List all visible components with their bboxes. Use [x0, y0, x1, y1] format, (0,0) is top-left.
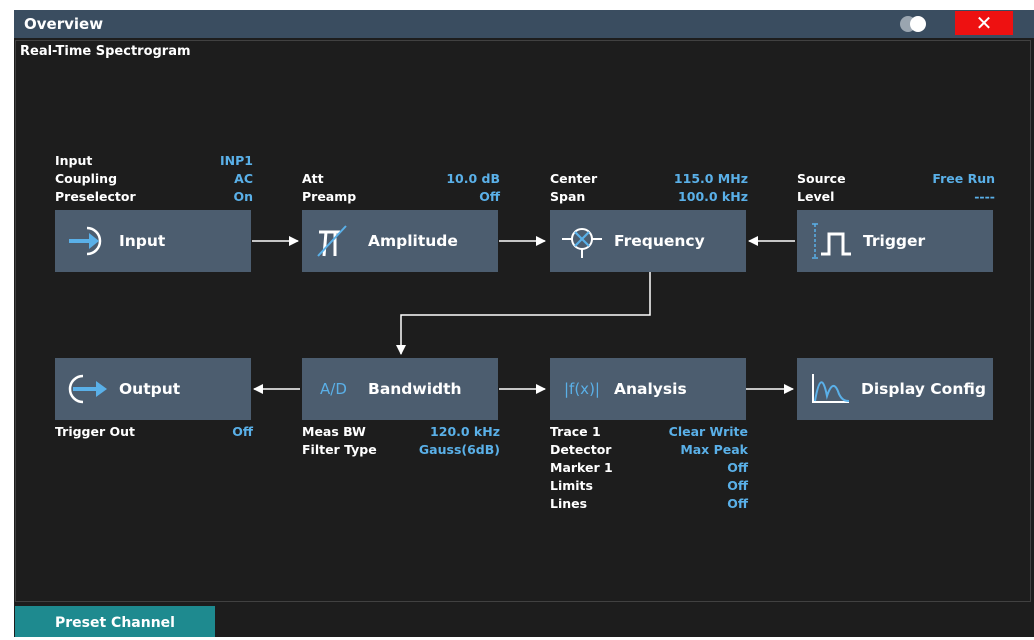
param-row: Preamp Off	[302, 189, 500, 204]
frequency-block[interactable]: Frequency	[550, 210, 746, 272]
analysis-block[interactable]: |f(x)| Analysis	[550, 358, 746, 420]
display-config-label: Display Config	[861, 380, 986, 398]
input-label: Input	[119, 232, 166, 250]
trigger-label: Trigger	[863, 232, 926, 250]
param-row: Coupling AC	[55, 171, 253, 186]
bandwidth-block[interactable]: A/D Bandwidth	[302, 358, 498, 420]
overview-window: Overview ✕ Real-Time Spectrogram Input IN…	[14, 10, 1034, 637]
frequency-label: Frequency	[614, 232, 705, 250]
param-row: Filter Type Gauss(6dB)	[302, 442, 500, 457]
mixer-icon	[562, 228, 602, 258]
function-icon: |f(x)|	[564, 380, 600, 398]
param-row: Limits Off	[550, 478, 748, 493]
spectrum-curve-icon	[812, 374, 850, 403]
param-row: Input INP1	[55, 153, 253, 168]
param-row: Preselector On	[55, 189, 253, 204]
param-row: Meas BW 120.0 kHz	[302, 424, 500, 439]
bandwidth-label: Bandwidth	[368, 380, 462, 398]
arrow-out-circle-icon	[68, 374, 107, 404]
amplitude-block[interactable]: Amplitude	[302, 210, 498, 272]
param-row: Att 10.0 dB	[302, 171, 500, 186]
amplitude-label: Amplitude	[368, 232, 458, 250]
preset-channel-button[interactable]: Preset Channel	[15, 606, 215, 637]
param-row: Level ----	[797, 189, 995, 204]
output-label: Output	[119, 380, 181, 398]
arrow-into-circle-icon	[69, 226, 102, 256]
pulse-icon	[812, 223, 851, 259]
trigger-block[interactable]: Trigger	[797, 210, 993, 272]
ad-converter-icon: A/D	[320, 380, 347, 398]
attenuator-icon	[317, 225, 347, 257]
param-row: Lines Off	[550, 496, 748, 511]
param-row: Trace 1 Clear Write	[550, 424, 748, 439]
analysis-label: Analysis	[614, 380, 687, 398]
param-row: Marker 1 Off	[550, 460, 748, 475]
param-row: Trigger Out Off	[55, 424, 253, 439]
param-row: Detector Max Peak	[550, 442, 748, 457]
signal-flow-arrows	[252, 236, 795, 394]
output-block[interactable]: Output	[55, 358, 251, 420]
param-row: Center 115.0 MHz	[550, 171, 748, 186]
param-row: Source Free Run	[797, 171, 995, 186]
input-block[interactable]: Input	[55, 210, 251, 272]
display-config-block[interactable]: Display Config	[797, 358, 993, 420]
arrow-frequency-bandwidth	[396, 272, 651, 355]
param-row: Span 100.0 kHz	[550, 189, 748, 204]
